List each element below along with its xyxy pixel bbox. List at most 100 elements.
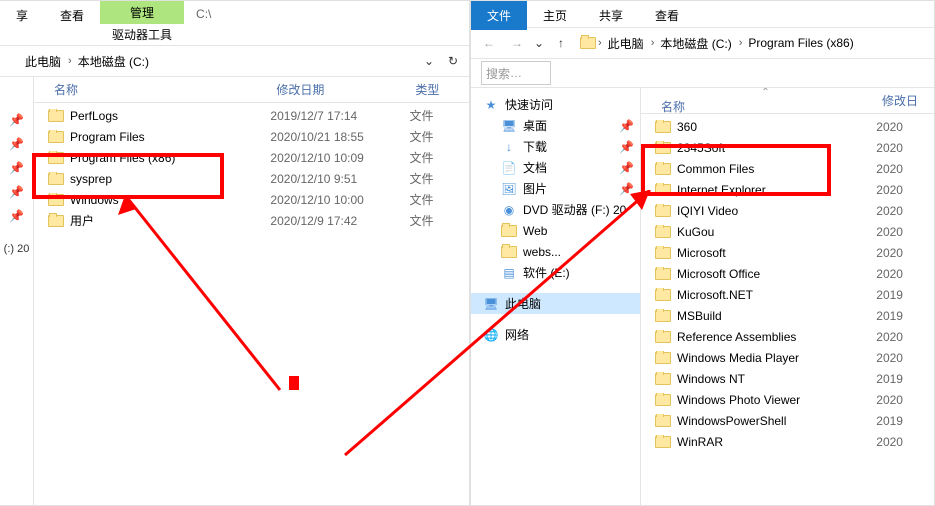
table-row[interactable]: Reference Assemblies2020	[641, 326, 934, 347]
disc-icon: ◉	[501, 202, 517, 218]
breadcrumb-item[interactable]: 此电脑	[21, 53, 66, 70]
table-row[interactable]: Program Files 2020/10/21 18:55文件	[34, 126, 469, 147]
table-row[interactable]: KuGou2020	[641, 221, 934, 242]
file-name: Program Files	[70, 130, 145, 144]
table-row[interactable]: MSBuild2019	[641, 305, 934, 326]
sidebar-item[interactable]: ★快速访问	[471, 94, 640, 115]
pin-icon: 📌	[619, 140, 634, 154]
breadcrumb-item[interactable]: Program Files (x86)	[744, 36, 858, 50]
modified-date: 2020/10/21 18:55	[270, 130, 409, 144]
column-headers[interactable]: 名称 修改日期 类型	[34, 77, 469, 103]
pin-icon: 📌	[11, 185, 23, 199]
sidebar-item-label: 桌面	[523, 117, 547, 134]
folder-icon	[48, 131, 64, 143]
folder-icon	[655, 352, 671, 364]
star-icon: ★	[483, 97, 499, 113]
breadcrumb-item[interactable]: 本地磁盘 (C:)	[74, 53, 154, 70]
breadcrumb-item[interactable]: 此电脑	[604, 35, 649, 52]
refresh-button[interactable]: ↻	[441, 48, 465, 74]
table-row[interactable]: Common Files2020	[641, 158, 934, 179]
drive-icon: ▤	[501, 265, 517, 281]
sidebar-item[interactable]: 🖼图片📌	[471, 178, 640, 199]
ribbon-manage-tab[interactable]: 管理	[100, 1, 184, 24]
table-row[interactable]: Microsoft.NET 2019	[641, 284, 934, 305]
sidebar-item[interactable]: ◉ DVD 驱动器 (F:) 20	[471, 199, 640, 220]
chevron-right-icon: ›	[596, 37, 604, 49]
up-button[interactable]: ↑	[547, 30, 575, 56]
explorer-window-left: 享 查看 管理 驱动器工具 C:\ 此电脑 › 本地磁盘 (C:) ⌄ ↻ 📌 …	[0, 0, 470, 506]
modified-date: 2020	[876, 141, 934, 155]
file-name: PerfLogs	[70, 109, 118, 123]
table-row[interactable]: 3602020	[641, 116, 934, 137]
folder-icon	[655, 310, 671, 322]
table-row[interactable]: Windows Photo Viewer2020	[641, 389, 934, 410]
file-name: Microsoft.NET	[677, 288, 753, 302]
sidebar-item[interactable]: 🖥桌面📌	[471, 115, 640, 136]
pin-icon: 📌	[11, 209, 23, 223]
table-row[interactable]: 用户2020/12/9 17:42文件	[34, 210, 469, 231]
ribbon-tab[interactable]: 享	[0, 1, 44, 45]
file-name: Common Files	[677, 162, 754, 176]
file-name: 用户	[70, 212, 94, 229]
sidebar-item-this-pc[interactable]: 🖥此电脑	[471, 293, 640, 314]
file-type: 文件	[409, 128, 469, 145]
ribbon-tab[interactable]: 主页	[527, 1, 583, 30]
forward-button[interactable]: →	[503, 30, 531, 56]
breadcrumb[interactable]: › 此电脑 › 本地磁盘 (C:) › Program Files (x86)	[575, 31, 930, 55]
sidebar-truncated: (:) 20	[4, 243, 30, 255]
breadcrumb[interactable]: 此电脑 › 本地磁盘 (C:)	[16, 49, 417, 73]
table-row[interactable]: WinRAR2020	[641, 431, 934, 452]
doc-icon: 📄	[501, 160, 517, 176]
modified-date: 2020	[876, 183, 934, 197]
modified-date: 2020	[876, 435, 934, 449]
file-type: 文件	[409, 107, 469, 124]
folder-icon	[655, 226, 671, 238]
table-row[interactable]: Windows Media Player2020	[641, 347, 934, 368]
sidebar-item[interactable]: webs...	[471, 241, 640, 262]
sidebar-item-label: webs...	[523, 245, 561, 259]
table-row[interactable]: Windows NT2019	[641, 368, 934, 389]
nav-pane-collapsed: 📌 📌 📌 📌 📌 (:) 20	[0, 77, 34, 505]
table-row[interactable]: WindowsPowerShell2019	[641, 410, 934, 431]
pic-icon: 🖼	[501, 181, 517, 197]
table-row[interactable]: IQIYI Video2020	[641, 200, 934, 221]
table-row[interactable]: PerfLogs 2019/12/7 17:14文件	[34, 105, 469, 126]
folder-icon	[655, 163, 671, 175]
pc-icon: 🖥	[483, 296, 499, 312]
file-type: 文件	[409, 149, 469, 166]
sidebar-item[interactable]: Web	[471, 220, 640, 241]
column-headers[interactable]: ⌃名称 修改日	[641, 88, 934, 114]
table-row[interactable]: Program Files (x86)2020/12/10 10:09文件	[34, 147, 469, 168]
ribbon-tab-file[interactable]: 文件	[471, 1, 527, 30]
ribbon-tab[interactable]: 查看	[44, 1, 100, 45]
sidebar-item[interactable]: ▤软件 (E:)	[471, 262, 640, 283]
ribbon-drive-tools[interactable]: 驱动器工具	[102, 24, 182, 45]
table-row[interactable]: Windows2020/12/10 10:00文件	[34, 189, 469, 210]
sidebar-item[interactable]: ↓下载📌	[471, 136, 640, 157]
pin-icon: 📌	[619, 161, 634, 175]
table-row[interactable]: 2345Soft2020	[641, 137, 934, 158]
table-row[interactable]: Microsoft2020	[641, 242, 934, 263]
folder-icon	[655, 436, 671, 448]
sidebar-item-label: DVD 驱动器 (F:) 20	[523, 201, 626, 218]
ribbon-tab[interactable]: 共享	[583, 1, 639, 30]
folder-icon	[48, 215, 64, 227]
explorer-window-right: 文件 主页 共享 查看 ← → ⌄ ↑ › 此电脑 › 本地磁盘 (C:) › …	[470, 0, 935, 506]
folder-icon	[655, 268, 671, 280]
address-dropdown-button[interactable]: ⌄	[417, 48, 441, 74]
search-input[interactable]: 搜索…	[481, 61, 551, 85]
breadcrumb-item[interactable]: 本地磁盘 (C:)	[656, 35, 736, 52]
table-row[interactable]: sysprep2020/12/10 9:51文件	[34, 168, 469, 189]
ribbon-tab[interactable]: 查看	[639, 1, 695, 30]
desktop-icon: 🖥	[501, 118, 517, 134]
table-row[interactable]: Microsoft Office2020	[641, 263, 934, 284]
history-dropdown[interactable]: ⌄	[531, 30, 547, 56]
sidebar-item[interactable]: 📄文档📌	[471, 157, 640, 178]
modified-date: 2019/12/7 17:14	[270, 109, 409, 123]
modified-date: 2019	[876, 288, 934, 302]
table-row[interactable]: Internet Explorer2020	[641, 179, 934, 200]
back-button[interactable]: ←	[475, 30, 503, 56]
folder-icon	[655, 373, 671, 385]
file-list: 名称 修改日期 类型 PerfLogs2019/12/7 17:14文件Prog…	[34, 77, 469, 505]
sidebar-item-network[interactable]: 🌐网络	[471, 324, 640, 345]
